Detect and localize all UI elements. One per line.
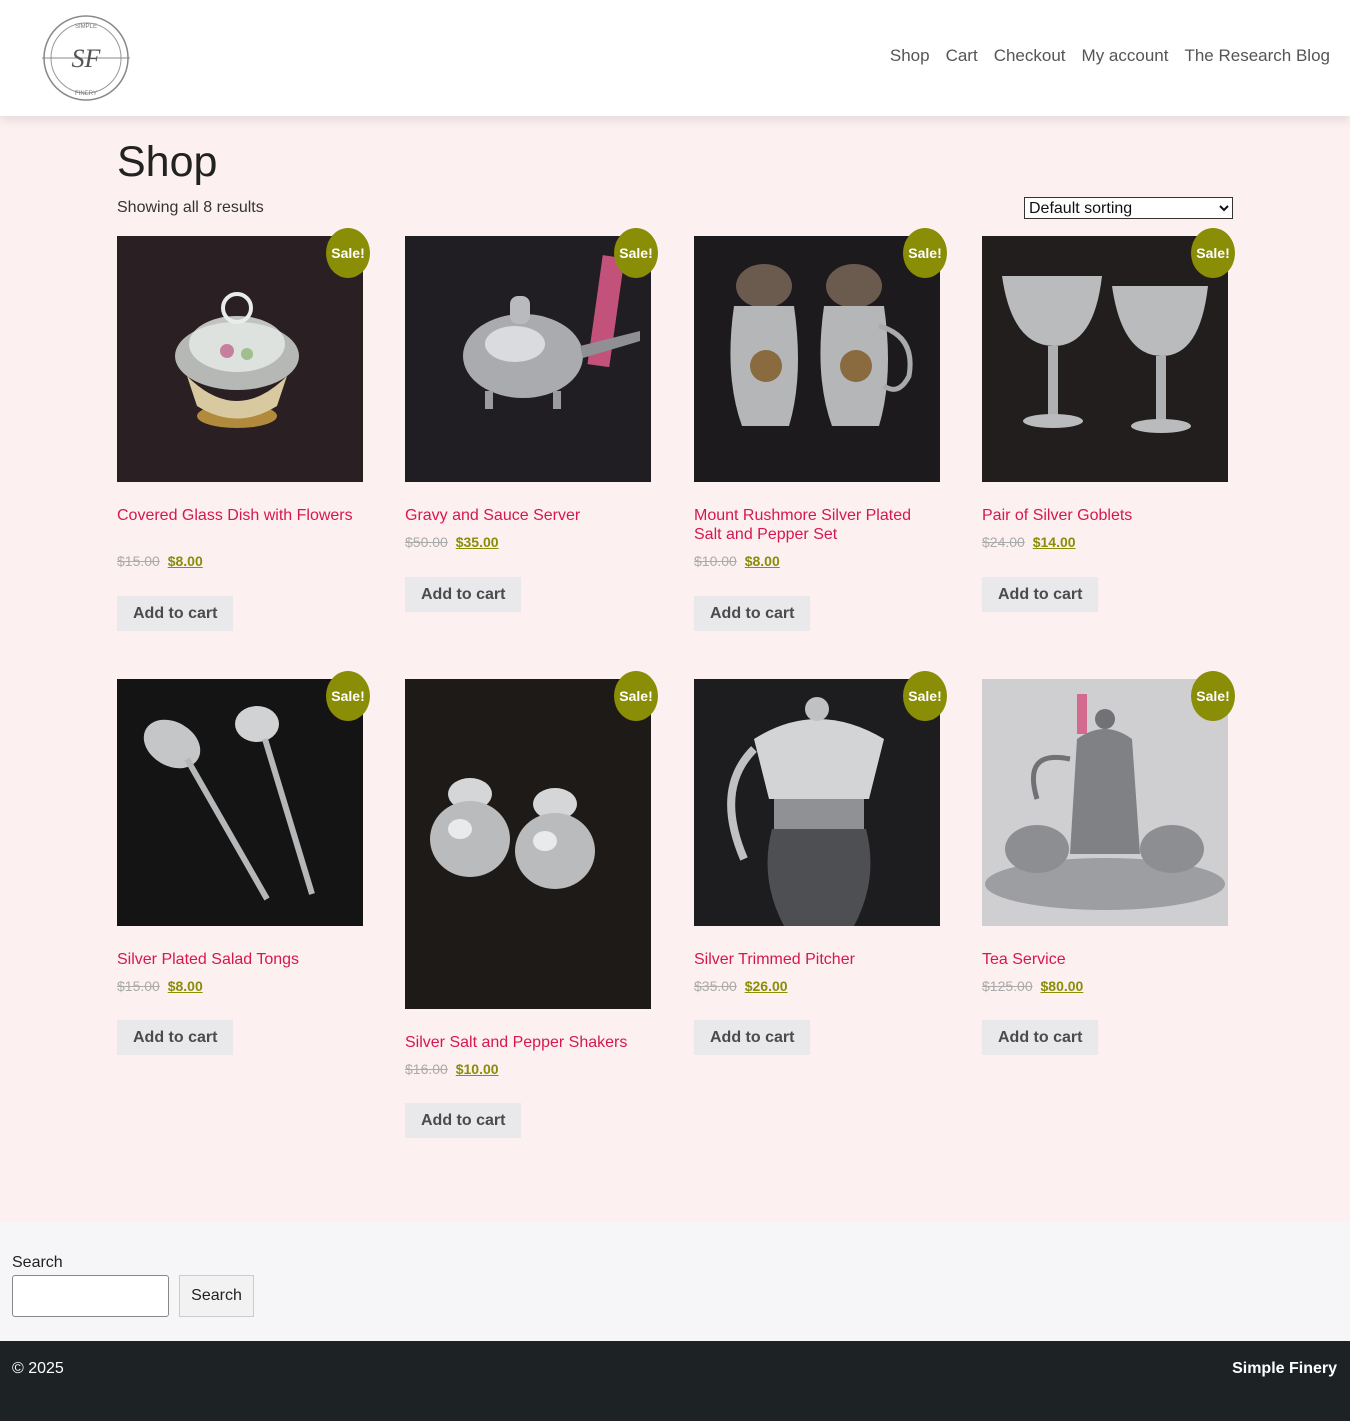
sale-price: $8.00 — [744, 553, 780, 569]
sale-badge: Sale! — [903, 671, 947, 721]
old-price: $15.00 — [117, 978, 160, 994]
sale-price: $80.00 — [1040, 978, 1084, 994]
sale-price: $26.00 — [744, 978, 788, 994]
add-to-cart-button[interactable]: Add to cart — [405, 577, 522, 612]
sale-badge: Sale! — [614, 671, 658, 721]
product-title[interactable]: Pair of Silver Goblets — [982, 506, 1222, 525]
add-to-cart-button[interactable]: Add to cart — [982, 1020, 1099, 1055]
product-title[interactable]: Mount Rushmore Silver Plated Salt and Pe… — [694, 506, 934, 544]
footer-site-name[interactable]: Simple Finery — [1232, 1360, 1337, 1378]
sale-badge: Sale! — [326, 228, 370, 278]
sale-price: $8.00 — [167, 978, 203, 994]
logo-bottom-text: FINERY — [75, 91, 97, 97]
sale-badge: Sale! — [1191, 671, 1235, 721]
product-card: Sale! Covered Glass Dish with Flowers $1… — [117, 228, 370, 636]
sorting-select[interactable]: Default sorting — [1024, 197, 1233, 219]
product-title[interactable]: Silver Plated Salad Tongs — [117, 950, 357, 969]
product-price: $15.00 $8.00 — [117, 553, 203, 569]
sale-badge: Sale! — [614, 228, 658, 278]
nav-checkout[interactable]: Checkout — [994, 46, 1066, 66]
product-image-shakers[interactable] — [405, 679, 651, 1009]
sale-price: $14.00 — [1032, 534, 1076, 550]
main-navigation: Shop Cart Checkout My account The Resear… — [890, 46, 1330, 66]
add-to-cart-button[interactable]: Add to cart — [694, 1020, 811, 1055]
old-price: $16.00 — [405, 1061, 448, 1077]
product-image-pitcher[interactable] — [694, 679, 940, 926]
search-label: Search — [12, 1254, 63, 1271]
add-to-cart-button[interactable]: Add to cart — [405, 1103, 522, 1138]
product-title[interactable]: Tea Service — [982, 950, 1222, 969]
nav-research-blog[interactable]: The Research Blog — [1184, 46, 1330, 66]
product-image-glass-dish[interactable] — [117, 236, 363, 482]
product-card: Sale! Gravy and Sauce Server $50.00 $35.… — [405, 228, 658, 616]
product-title[interactable]: Covered Glass Dish with Flowers — [117, 506, 357, 525]
old-price: $10.00 — [694, 553, 737, 569]
sale-badge: Sale! — [903, 228, 947, 278]
product-card: Sale! Silver Trimmed Pitcher $35.00 $26.… — [694, 671, 947, 1059]
logo-top-text: SIMPLE — [75, 24, 97, 30]
sale-badge: Sale! — [1191, 228, 1235, 278]
site-footer — [0, 1341, 1350, 1421]
add-to-cart-button[interactable]: Add to cart — [117, 1020, 234, 1055]
product-image-goblets[interactable] — [982, 236, 1228, 482]
nav-shop[interactable]: Shop — [890, 46, 930, 66]
add-to-cart-button[interactable]: Add to cart — [694, 596, 811, 631]
search-button[interactable]: Search — [179, 1275, 254, 1317]
add-to-cart-button[interactable]: Add to cart — [117, 596, 234, 631]
product-title[interactable]: Silver Trimmed Pitcher — [694, 950, 934, 969]
old-price: $24.00 — [982, 534, 1025, 550]
product-price: $16.00 $10.00 — [405, 1061, 499, 1077]
old-price: $35.00 — [694, 978, 737, 994]
product-price: $125.00 $80.00 — [982, 978, 1083, 994]
product-price: $50.00 $35.00 — [405, 534, 499, 550]
product-image-tea-service[interactable] — [982, 679, 1228, 926]
old-price: $15.00 — [117, 553, 160, 569]
sale-price: $10.00 — [455, 1061, 499, 1077]
site-logo[interactable]: SIMPLE SF FINERY — [40, 14, 132, 102]
product-image-gravy-server[interactable] — [405, 236, 651, 482]
product-title[interactable]: Silver Salt and Pepper Shakers — [405, 1033, 645, 1052]
product-card: Sale! Pair of Silver Goblets $24.00 $14.… — [982, 228, 1235, 616]
product-card: Sale! Silver Salt and Pepper Shakers $16… — [405, 671, 658, 1144]
search-input[interactable] — [12, 1275, 169, 1317]
sale-badge: Sale! — [326, 671, 370, 721]
site-header: SIMPLE SF FINERY Shop Cart Checkout My a… — [0, 0, 1350, 116]
page-title: Shop — [117, 138, 218, 186]
footer-copyright: © 2025 — [12, 1360, 64, 1377]
product-card: Sale! Silver Plated Salad Tongs $15.00 $… — [117, 671, 370, 1059]
sale-price: $35.00 — [455, 534, 499, 550]
nav-my-account[interactable]: My account — [1082, 46, 1169, 66]
product-price: $15.00 $8.00 — [117, 978, 203, 994]
product-price: $35.00 $26.00 — [694, 978, 788, 994]
nav-cart[interactable]: Cart — [946, 46, 978, 66]
product-price: $10.00 $8.00 — [694, 553, 780, 569]
product-image-salt-pepper-set[interactable] — [694, 236, 940, 482]
logo-initials: SF — [72, 44, 102, 73]
product-card: Sale! Tea Service $125.00 $80.00 Add to … — [982, 671, 1235, 1059]
sale-price: $8.00 — [167, 553, 203, 569]
add-to-cart-button[interactable]: Add to cart — [982, 577, 1099, 612]
product-price: $24.00 $14.00 — [982, 534, 1076, 550]
result-count: Showing all 8 results — [117, 199, 264, 216]
product-image-salad-tongs[interactable] — [117, 679, 363, 926]
old-price: $125.00 — [982, 978, 1033, 994]
old-price: $50.00 — [405, 534, 448, 550]
product-title[interactable]: Gravy and Sauce Server — [405, 506, 645, 525]
product-card: Sale! Mount Rushmore Silver Plated Salt … — [694, 228, 947, 636]
